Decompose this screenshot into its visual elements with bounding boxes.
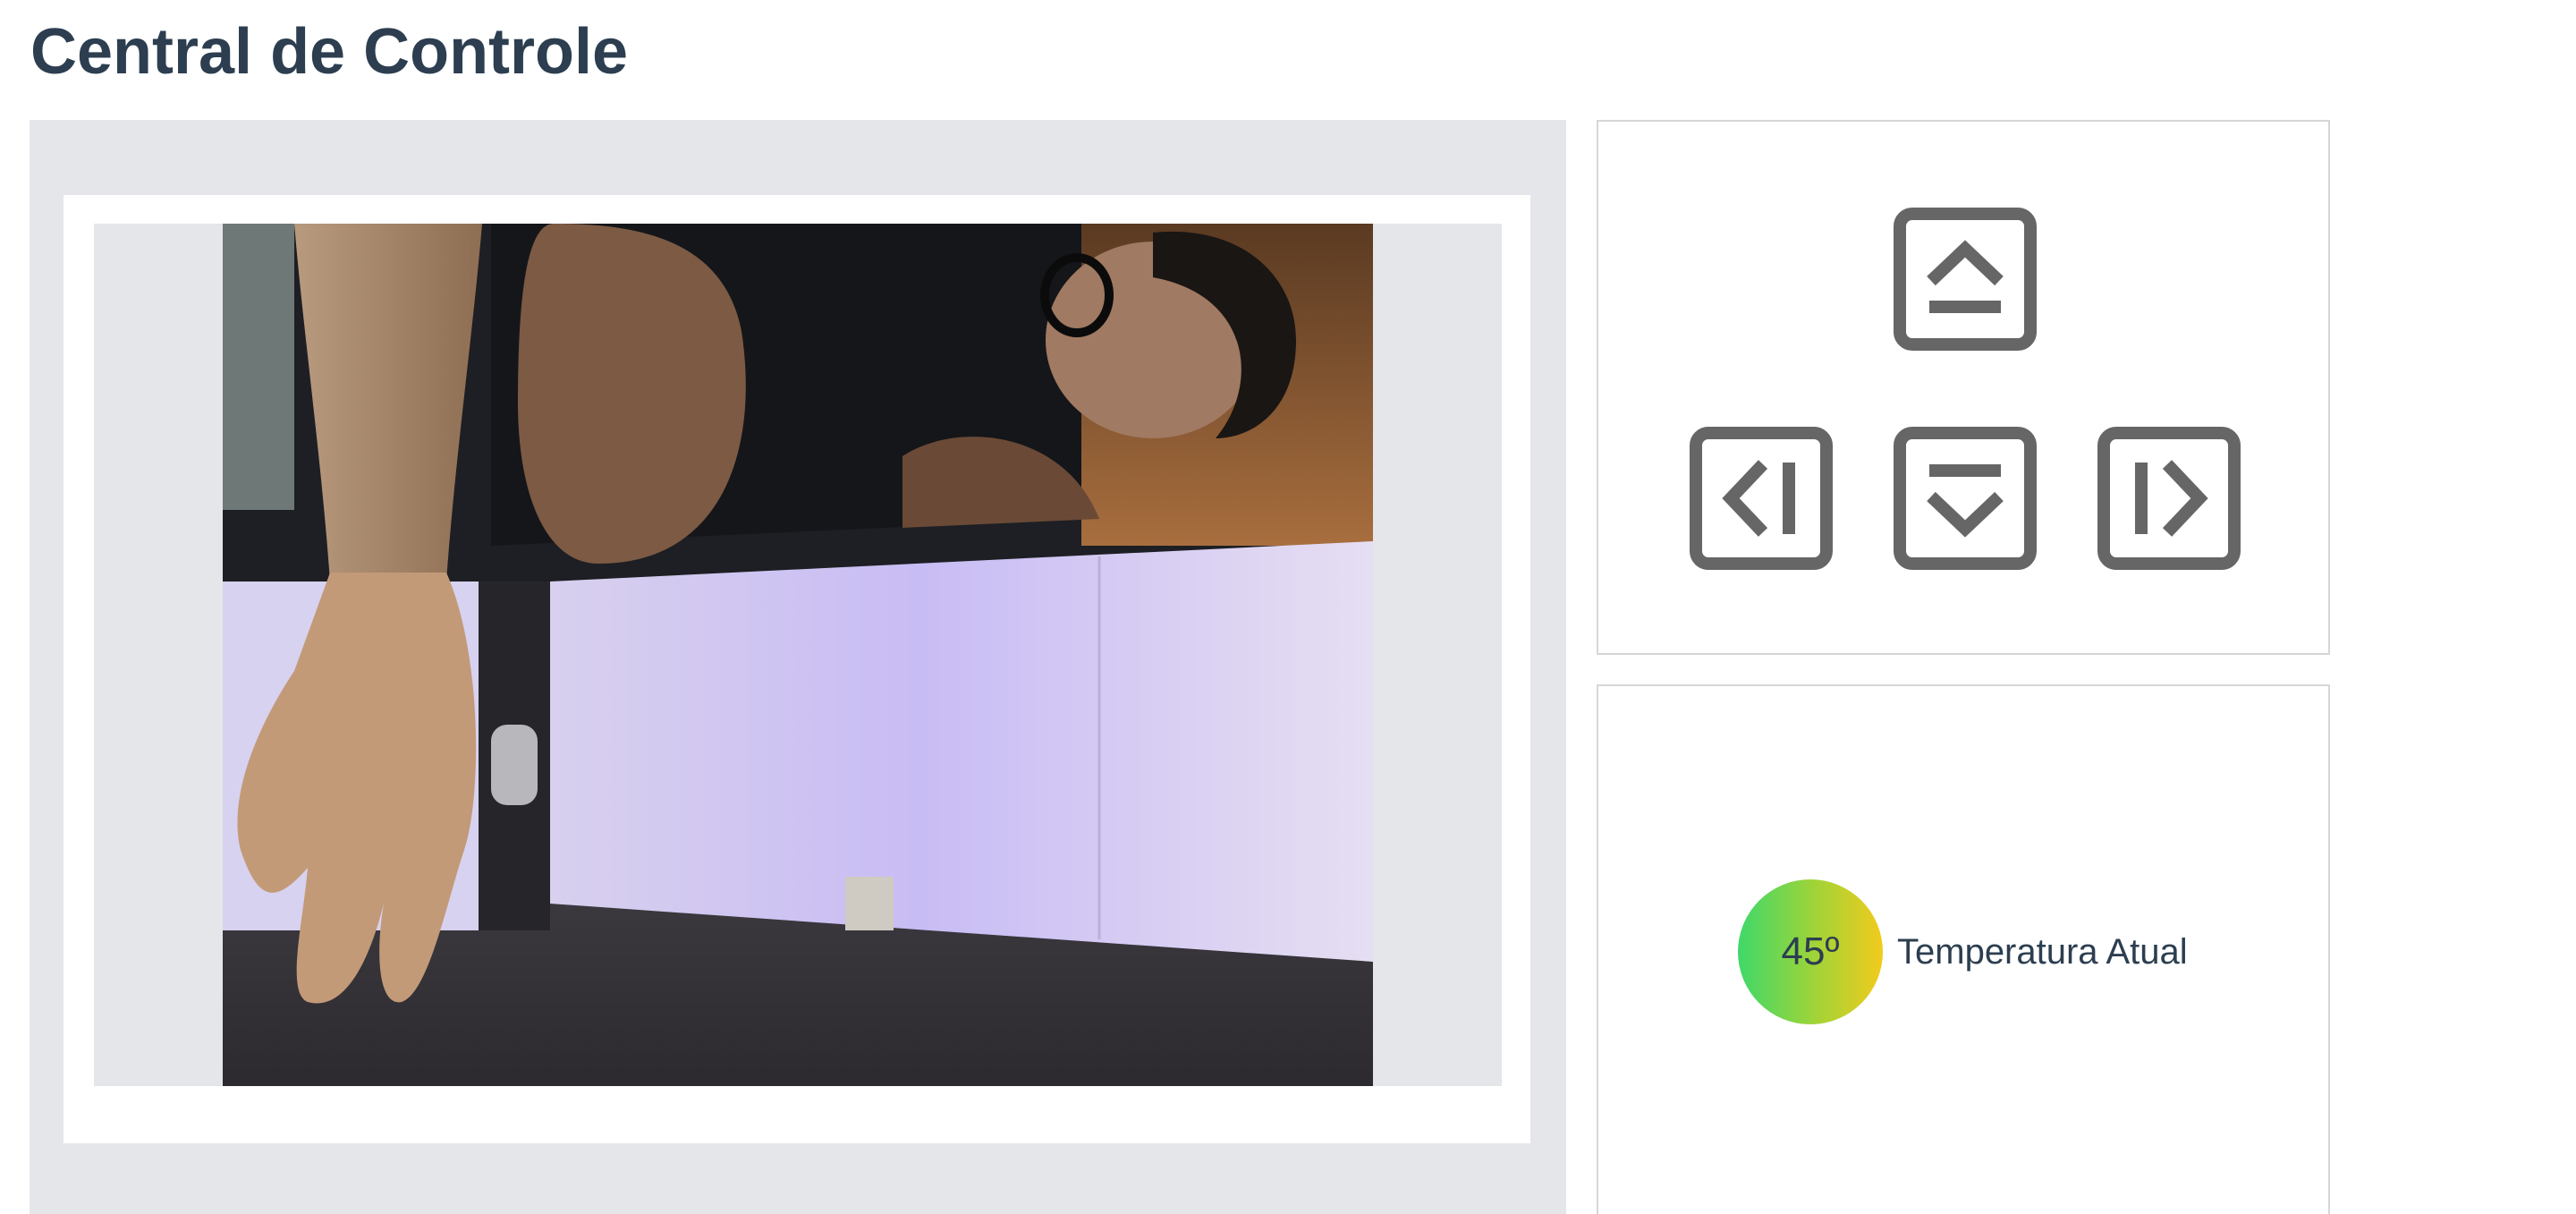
chevron-up-icon: [1894, 208, 2037, 351]
chevron-down-icon: [1894, 427, 2037, 570]
temperature-gauge: 45º: [1738, 879, 1883, 1024]
move-right-button[interactable]: [2097, 427, 2241, 570]
move-left-button[interactable]: [1690, 427, 1833, 570]
temperature-row: 45º Temperatura Atual: [1738, 879, 2188, 1024]
camera-container: [94, 224, 1502, 1086]
camera-frame: [64, 195, 1530, 1143]
page-title: Central de Controle: [30, 16, 629, 88]
controls-card: [1597, 120, 2330, 655]
chevron-right-icon: [2097, 427, 2241, 570]
move-down-button[interactable]: [1894, 427, 2037, 570]
chevron-left-icon: [1690, 427, 1833, 570]
camera-feed-image: [223, 224, 1373, 1086]
move-up-button[interactable]: [1894, 208, 2037, 351]
temperature-label: Temperatura Atual: [1897, 931, 2188, 972]
page: Central de Controle 45º Temperatura Atua…: [0, 0, 2576, 1214]
camera-feed-scene: [223, 224, 1373, 1086]
camera-panel: [30, 120, 1566, 1214]
temperature-card: 45º Temperatura Atual: [1597, 684, 2330, 1214]
temperature-value: 45º: [1781, 930, 1840, 973]
